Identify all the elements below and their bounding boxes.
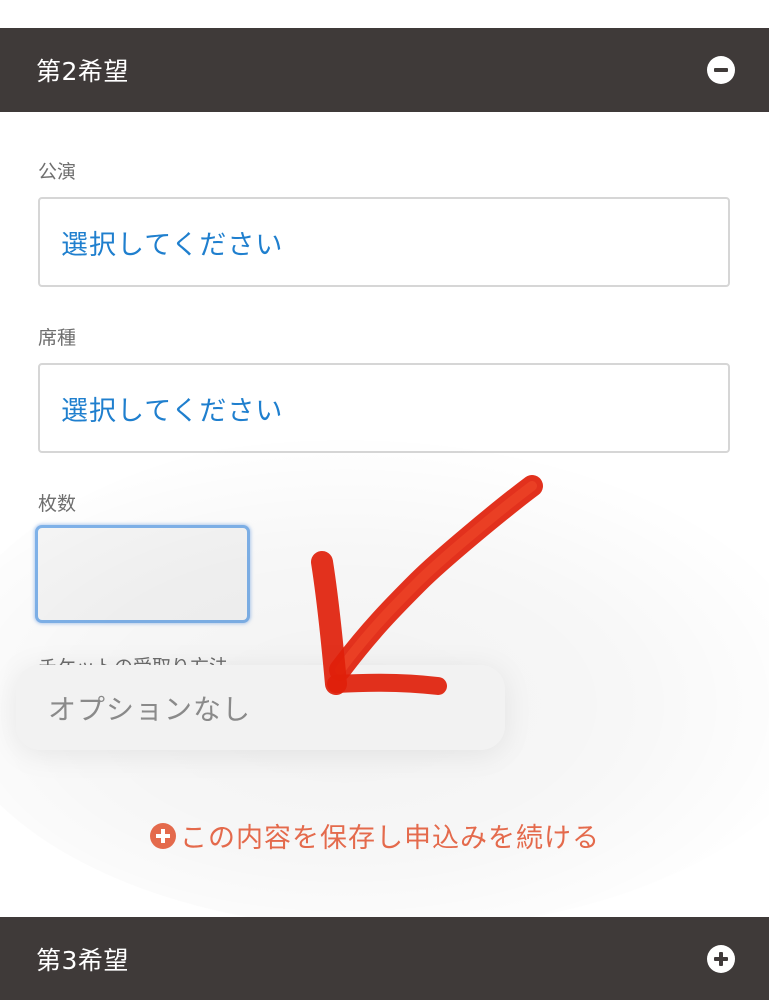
plus-circle-icon[interactable] xyxy=(707,944,735,973)
section-header-third-choice[interactable]: 第3希望 xyxy=(0,917,769,1000)
minus-circle-icon[interactable] xyxy=(707,56,735,84)
quantity-label: 枚数 xyxy=(38,493,77,515)
plus-bar-v xyxy=(719,951,723,966)
save-and-continue-label: この内容を保存し申込みを続ける xyxy=(180,823,600,854)
page: 第2希望 公演 選択してください 席種 選択してください 枚数 チケットの受取り… xyxy=(0,0,769,1000)
section-header-second-choice[interactable]: 第2希望 xyxy=(0,28,769,112)
quantity-input[interactable] xyxy=(35,525,250,623)
seat-type-label: 席種 xyxy=(38,327,77,349)
section-title: 第2希望 xyxy=(36,57,129,86)
section-title: 第3希望 xyxy=(36,945,129,975)
plus-circle-icon xyxy=(150,822,176,849)
seat-type-select-value: 選択してください xyxy=(61,395,284,427)
dropdown-option-label: オプションなし xyxy=(48,692,252,726)
seat-type-select[interactable]: 選択してください xyxy=(38,363,730,453)
plus-bar-v xyxy=(161,828,165,843)
performance-label: 公演 xyxy=(38,161,77,183)
performance-select-value: 選択してください xyxy=(61,229,284,261)
minus-bar xyxy=(714,68,728,72)
performance-select[interactable]: 選択してください xyxy=(38,197,730,287)
save-and-continue-link[interactable]: この内容を保存し申込みを続ける xyxy=(150,816,600,855)
dropdown-option-no-option[interactable]: オプションなし xyxy=(16,665,505,750)
